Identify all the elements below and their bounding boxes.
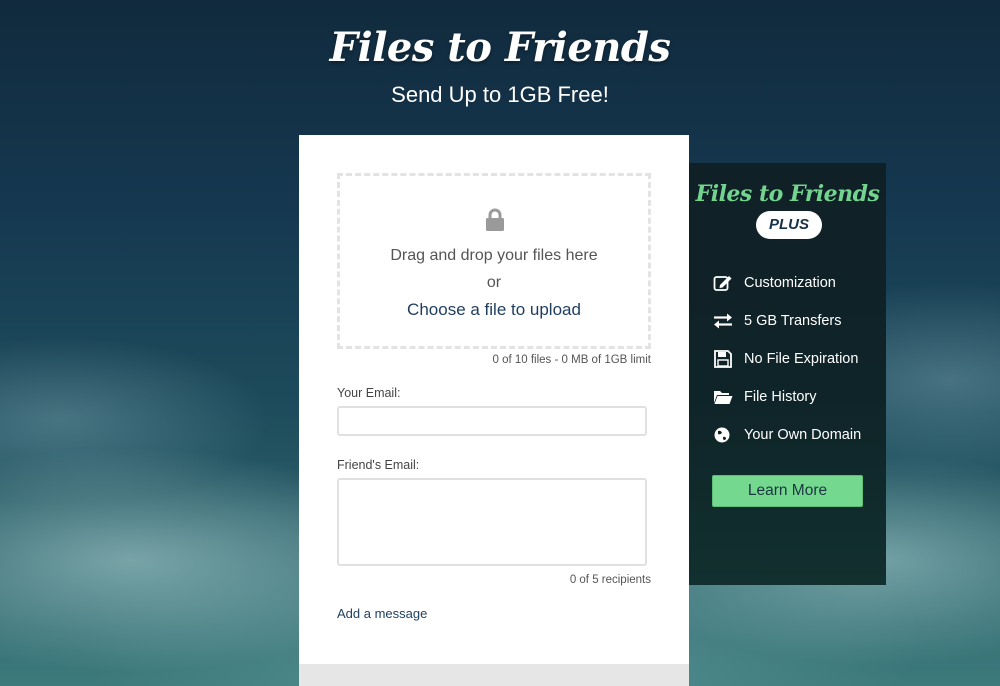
edit-icon — [713, 276, 732, 291]
your-email-label: Your Email: — [337, 386, 401, 400]
feature-label: 5 GB Transfers — [744, 313, 842, 329]
floppy-disk-icon — [714, 350, 732, 368]
file-limit-status: 0 of 10 files - 0 MB of 1GB limit — [492, 354, 651, 366]
feature-label: Customization — [744, 275, 836, 291]
brand-title: Files to Friends — [329, 24, 671, 71]
file-dropzone[interactable]: Drag and drop your files here or Choose … — [337, 173, 651, 349]
recipients-count: 0 of 5 recipients — [569, 574, 651, 586]
plus-badge: PLUS — [756, 211, 822, 239]
feature-label: File History — [744, 389, 817, 405]
add-message-link[interactable]: Add a message — [337, 606, 427, 621]
folder-open-icon — [714, 391, 733, 404]
your-email-input[interactable] — [337, 406, 647, 436]
globe-icon — [714, 427, 730, 443]
friends-email-input[interactable] — [337, 478, 647, 566]
card-footer — [299, 664, 689, 686]
brand-subtitle: Send Up to 1GB Free! — [391, 82, 609, 107]
choose-file-link[interactable]: Choose a file to upload — [340, 300, 648, 320]
dropzone-or-text: or — [486, 274, 502, 291]
learn-more-button[interactable]: Learn More — [712, 475, 863, 507]
plus-brand-title: Files to Friends — [695, 181, 880, 207]
transfer-arrows-icon — [714, 313, 732, 329]
dropzone-text: Drag and drop your files here — [390, 247, 598, 264]
feature-label: Your Own Domain — [744, 427, 862, 443]
lock-icon — [486, 208, 504, 231]
feature-label: No File Expiration — [744, 351, 859, 367]
plus-promo-panel: Files to Friends PLUS Customization 5 GB… — [689, 163, 886, 585]
upload-card: Drag and drop your files here or Choose … — [299, 135, 689, 686]
friends-email-label: Friend's Email: — [337, 458, 420, 472]
